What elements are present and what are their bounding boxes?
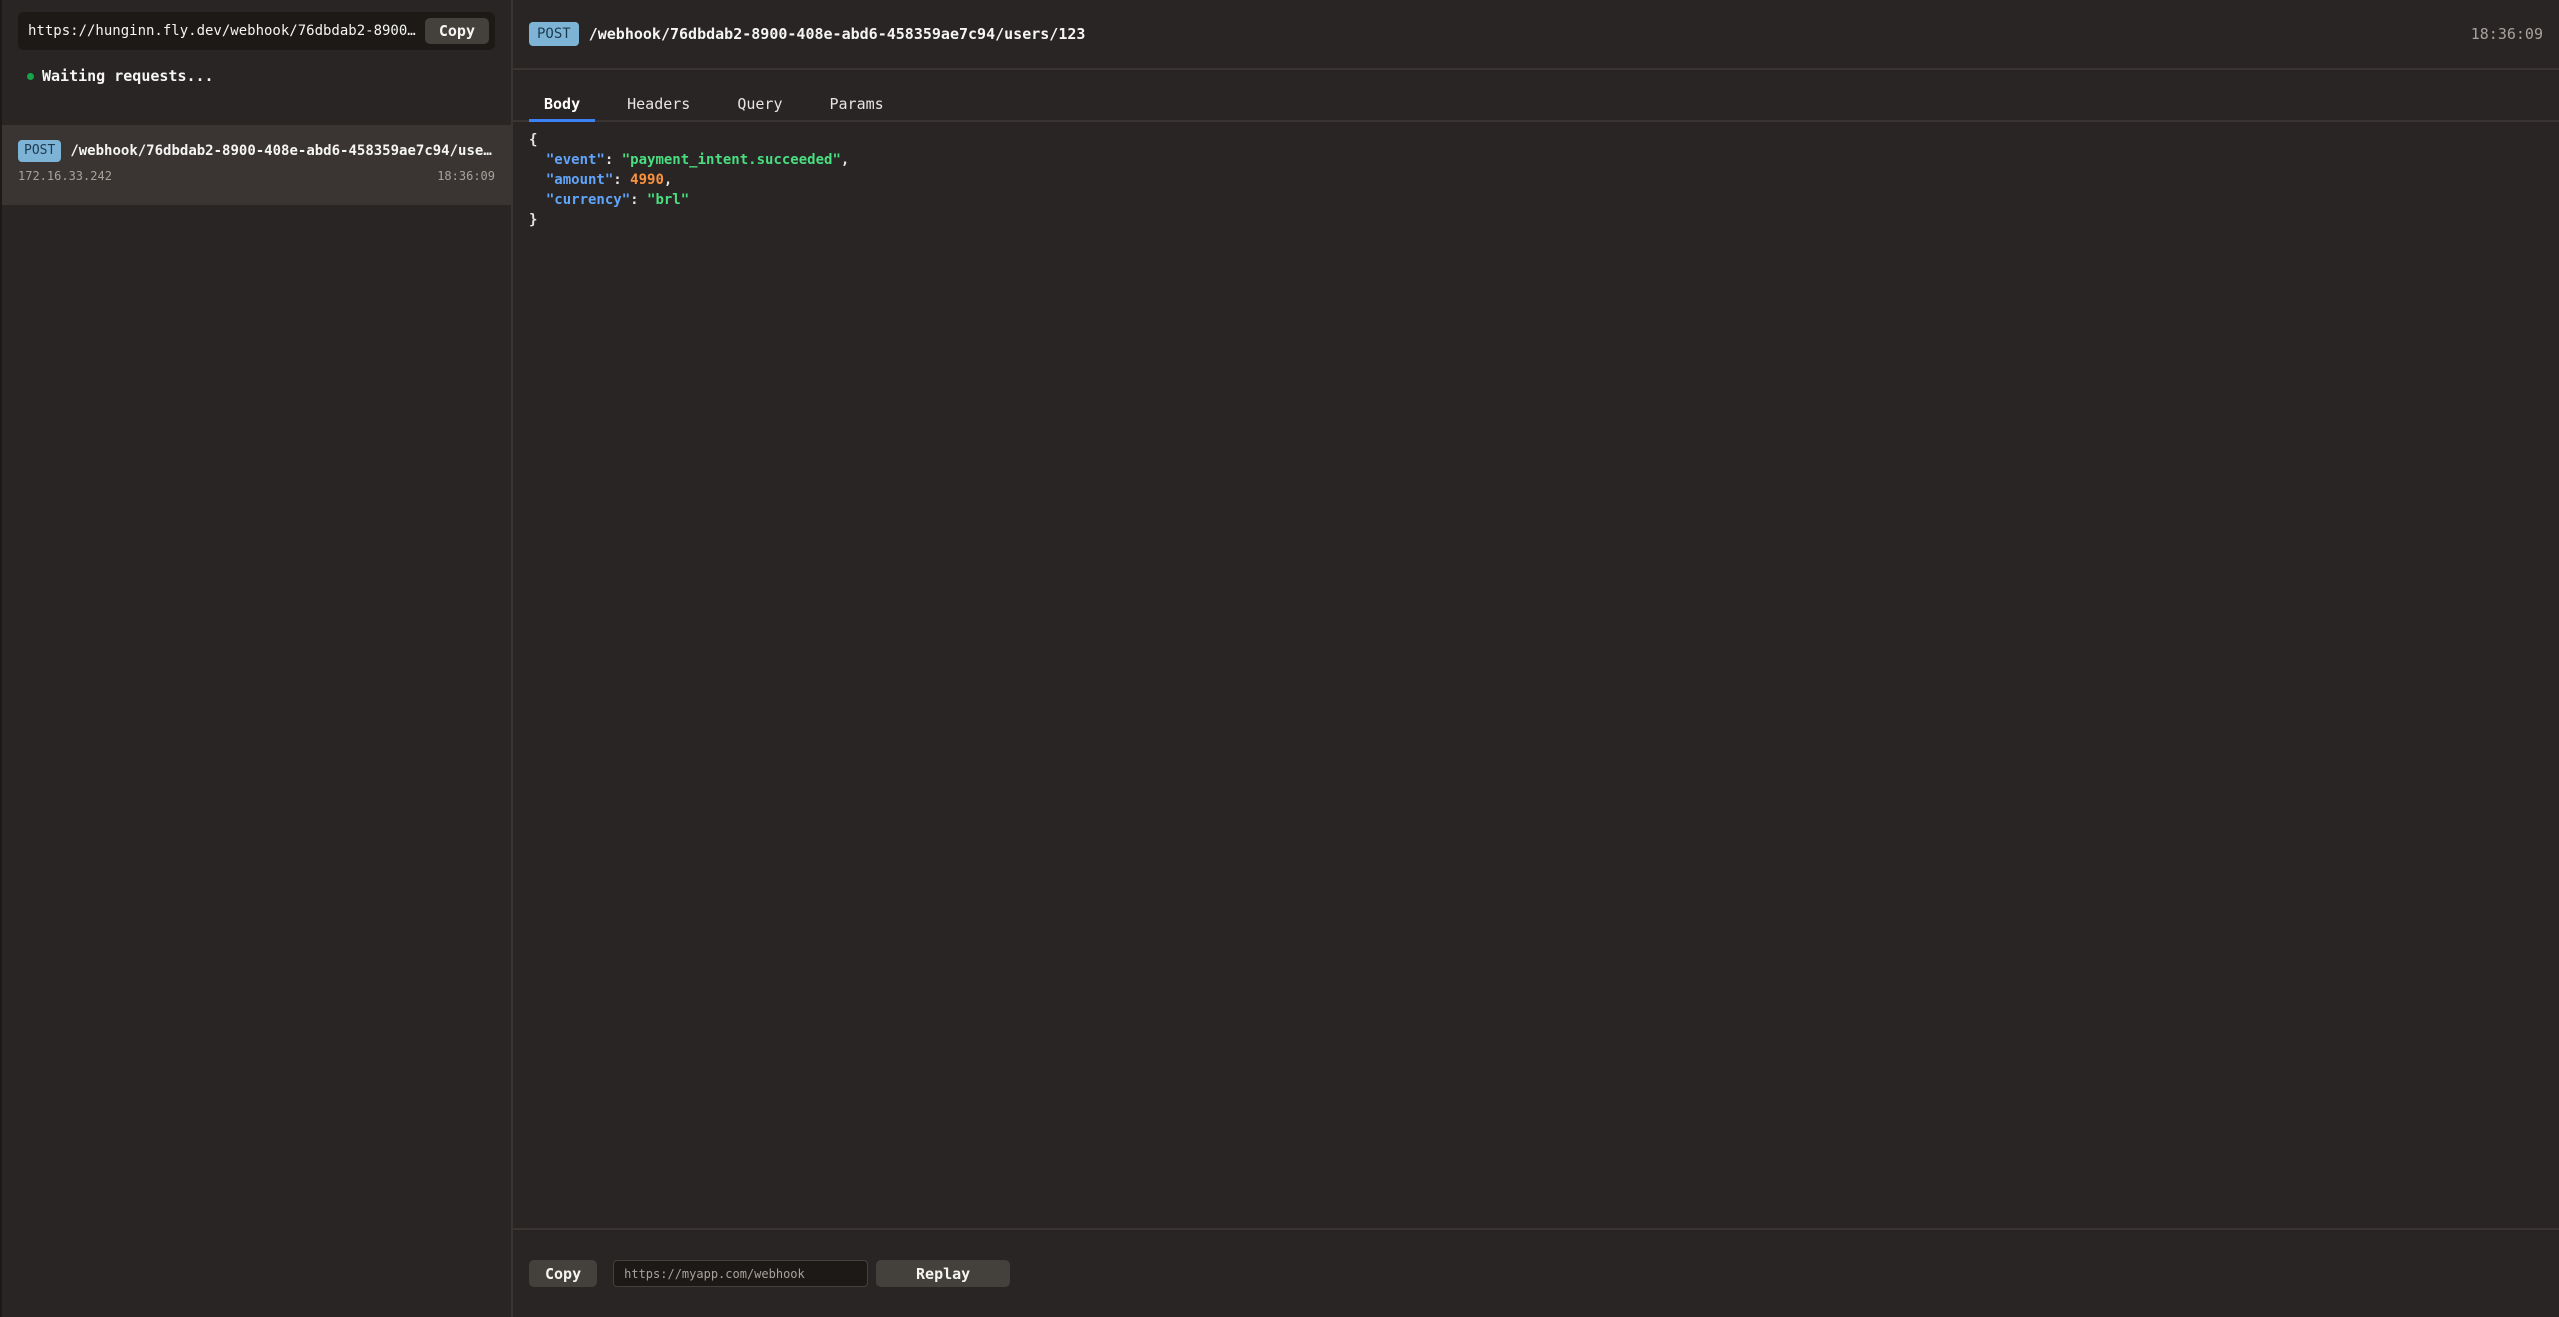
json-brace: {	[529, 132, 538, 148]
replay-url-input[interactable]	[613, 1260, 869, 1287]
request-item-meta: 172.16.33.242 18:36:09	[18, 169, 495, 183]
copy-request-button[interactable]: Copy	[529, 1260, 598, 1287]
detail-tabs: Body Headers Query Params	[513, 70, 2559, 122]
json-value: 4990	[630, 172, 664, 188]
json-comma: ,	[840, 152, 850, 168]
request-path: /webhook/76dbdab2-8900-408e-abd6-458359a…	[70, 143, 495, 159]
request-ip: 172.16.33.242	[18, 169, 112, 183]
json-field: "currency": "brl"	[529, 190, 2543, 210]
json-colon: :	[604, 152, 622, 168]
webhook-url[interactable]: https://hunginn.fly.dev/webhook/76dbdab2…	[28, 23, 417, 39]
app-window: https://hunginn.fly.dev/webhook/76dbdab2…	[0, 0, 2559, 1317]
listening-status: Waiting requests...	[27, 65, 511, 87]
tab-body[interactable]: Body	[529, 88, 596, 122]
json-colon: :	[630, 192, 648, 208]
json-brace: }	[529, 212, 538, 228]
json-close-brace: }	[529, 210, 2543, 230]
json-key: "currency"	[545, 192, 631, 208]
json-body-view: { "event": "payment_intent.succeeded", "…	[513, 122, 2559, 1228]
detail-footer: Copy Replay	[513, 1228, 2559, 1317]
json-open-brace: {	[529, 130, 2543, 150]
request-item-header: POST /webhook/76dbdab2-8900-408e-abd6-45…	[18, 139, 495, 163]
json-comma: ,	[663, 172, 673, 188]
tab-headers[interactable]: Headers	[612, 88, 705, 120]
json-field: "amount": 4990,	[529, 170, 2543, 190]
request-detail: POST /webhook/76dbdab2-8900-408e-abd6-45…	[513, 0, 2559, 1317]
detail-time: 18:36:09	[2470, 25, 2543, 43]
webhook-url-bar: https://hunginn.fly.dev/webhook/76dbdab2…	[18, 12, 495, 50]
tab-params[interactable]: Params	[815, 88, 899, 120]
json-key: "event"	[545, 152, 605, 168]
json-colon: :	[613, 172, 631, 188]
request-time: 18:36:09	[437, 169, 495, 183]
detail-header: POST /webhook/76dbdab2-8900-408e-abd6-45…	[513, 0, 2559, 70]
request-list-item[interactable]: POST /webhook/76dbdab2-8900-408e-abd6-45…	[2, 125, 511, 205]
json-value: "payment_intent.succeeded"	[621, 152, 841, 168]
method-badge: POST	[18, 140, 62, 162]
replay-button[interactable]: Replay	[876, 1260, 1011, 1287]
status-text: Waiting requests...	[42, 67, 214, 85]
json-key: "amount"	[545, 172, 614, 188]
tab-query[interactable]: Query	[722, 88, 797, 120]
json-value: "brl"	[647, 192, 690, 208]
json-field: "event": "payment_intent.succeeded",	[529, 150, 2543, 170]
detail-method-badge: POST	[529, 22, 579, 46]
copy-url-button[interactable]: Copy	[424, 18, 489, 44]
detail-path: /webhook/76dbdab2-8900-408e-abd6-458359a…	[588, 25, 1086, 43]
status-dot-icon	[27, 72, 34, 80]
sidebar: https://hunginn.fly.dev/webhook/76dbdab2…	[2, 0, 513, 1317]
request-list: POST /webhook/76dbdab2-8900-408e-abd6-45…	[2, 125, 511, 205]
